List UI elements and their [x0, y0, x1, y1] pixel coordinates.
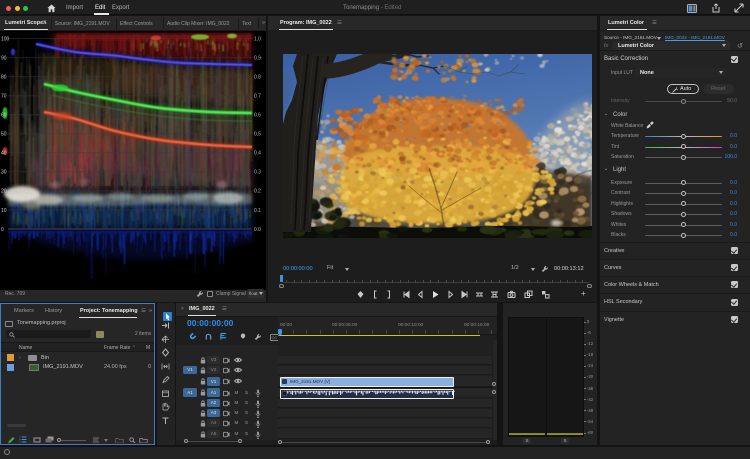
- svg-text:60: 60: [1, 113, 7, 119]
- svg-text:1.0: 1.0: [254, 36, 261, 42]
- svg-text:20: 20: [1, 189, 7, 195]
- svg-text:0.5: 0.5: [254, 132, 261, 138]
- svg-text:0.9: 0.9: [254, 55, 261, 61]
- svg-text:0.0: 0.0: [254, 227, 261, 233]
- svg-text:10: 10: [1, 208, 7, 214]
- svg-text:70: 70: [1, 94, 7, 100]
- svg-text:100: 100: [1, 36, 10, 42]
- svg-text:0.1: 0.1: [254, 208, 261, 214]
- svg-text:0.2: 0.2: [254, 189, 261, 195]
- svg-text:0.4: 0.4: [254, 151, 261, 157]
- svg-text:80: 80: [1, 74, 7, 80]
- svg-text:30: 30: [1, 170, 7, 176]
- svg-text:90: 90: [1, 55, 7, 61]
- svg-text:0: 0: [1, 227, 4, 233]
- svg-text:40: 40: [1, 151, 7, 157]
- svg-text:0.8: 0.8: [254, 74, 261, 80]
- svg-text:0.7: 0.7: [254, 94, 261, 100]
- svg-text:0.3: 0.3: [254, 170, 261, 176]
- svg-text:50: 50: [1, 132, 7, 138]
- svg-text:0.6: 0.6: [254, 113, 261, 119]
